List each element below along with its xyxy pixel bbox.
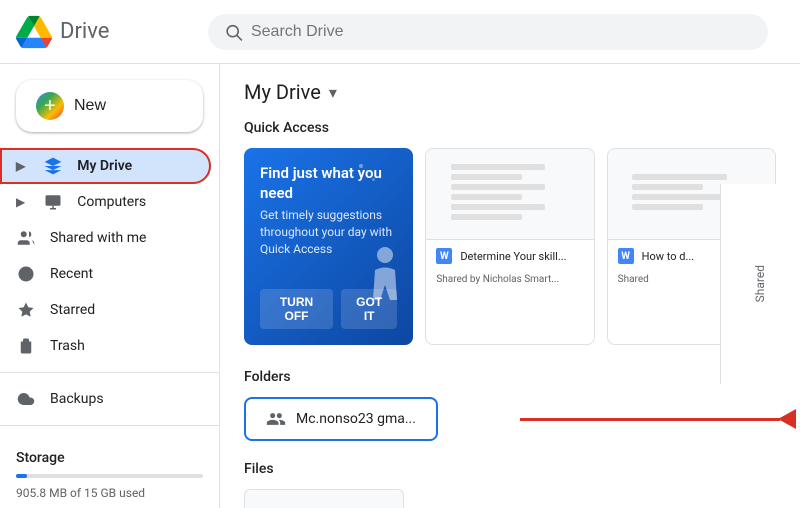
top-bar: Drive — [0, 0, 800, 64]
folders-label: Folders — [244, 369, 776, 385]
doc-preview-lines — [443, 156, 577, 232]
quick-access-grid: Find just what you need Get timely sugge… — [244, 148, 776, 345]
sidebar-item-shared[interactable]: Shared with me — [0, 220, 211, 256]
doc-line — [632, 194, 726, 200]
promo-turn-off-button[interactable]: TURN OFF — [260, 289, 333, 329]
doc-name: Determine Your skill... — [460, 250, 583, 263]
doc-line — [451, 184, 545, 190]
sidebar-item-starred-label: Starred — [50, 302, 95, 318]
expand-icon: ▶ — [16, 159, 25, 173]
quick-access-promo-card: Find just what you need Get timely sugge… — [244, 148, 413, 345]
trash-icon — [16, 336, 36, 356]
sidebar-item-trash-label: Trash — [50, 338, 85, 354]
drive-logo-icon — [16, 14, 52, 50]
doc-line — [451, 174, 522, 180]
sidebar-item-shared-label: Shared with me — [50, 230, 146, 246]
promo-title: Find just what you need — [260, 164, 397, 203]
shared-panel: Shared — [720, 184, 800, 384]
new-button[interactable]: + New — [16, 80, 203, 132]
recent-icon — [16, 264, 36, 284]
folder-name: Mc.nonso23 gma... — [296, 411, 416, 427]
backups-icon — [16, 389, 36, 409]
doc-icon-2: W — [618, 248, 634, 264]
app-name: Drive — [60, 19, 109, 44]
storage-bar-bg — [16, 474, 203, 478]
page-title-row: My Drive ▾ — [244, 80, 776, 104]
doc-line — [632, 174, 726, 180]
doc-shared-info: Shared by Nicholas Smart... — [426, 272, 593, 291]
storage-bar-fill — [16, 474, 27, 478]
sidebar-item-backups[interactable]: Backups — [0, 381, 211, 417]
search-bar[interactable] — [208, 14, 768, 50]
search-input[interactable] — [251, 23, 752, 41]
folder-shared-icon — [266, 409, 286, 429]
annotation-arrow — [520, 409, 796, 429]
sidebar-item-my-drive[interactable]: ▶ My Drive — [0, 148, 211, 184]
doc-line — [451, 214, 522, 220]
storage-section: Storage 905.8 MB of 15 GB used UPGRADE S… — [0, 434, 219, 508]
sidebar-item-computers-label: Computers — [77, 194, 146, 210]
main-layout: + New ▶ My Drive ▶ Computers Shared with… — [0, 64, 800, 508]
shared-panel-label: Shared — [752, 265, 769, 302]
my-drive-icon — [43, 156, 63, 176]
doc-line — [632, 184, 703, 190]
quick-access-section: Quick Access Find just what you need Get… — [244, 120, 776, 345]
folder-item-mc-nonso[interactable]: Mc.nonso23 gma... — [244, 397, 438, 441]
sidebar-item-recent-label: Recent — [50, 266, 93, 282]
search-icon — [224, 22, 243, 42]
file-preview-card[interactable]: G o o g l e — [244, 489, 404, 508]
page-title: My Drive — [244, 80, 321, 104]
storage-text: 905.8 MB of 15 GB used — [16, 486, 203, 500]
logo-area: Drive — [16, 14, 196, 50]
doc-line — [632, 204, 703, 210]
doc-line — [451, 204, 545, 210]
sidebar: + New ▶ My Drive ▶ Computers Shared with… — [0, 64, 220, 508]
files-label: Files — [244, 461, 776, 477]
sidebar-item-trash[interactable]: Trash — [0, 328, 211, 364]
expand-icon-computers: ▶ — [16, 195, 25, 209]
doc-icon: W — [436, 248, 452, 264]
shared-icon — [16, 228, 36, 248]
sidebar-item-starred[interactable]: Starred — [0, 292, 211, 328]
quick-access-label: Quick Access — [244, 120, 776, 136]
computers-icon — [43, 192, 63, 212]
plus-icon: + — [36, 92, 64, 120]
sidebar-item-recent[interactable]: Recent — [0, 256, 211, 292]
doc-card-1-footer: W Determine Your skill... — [426, 239, 593, 272]
quick-access-doc-card-1[interactable]: W Determine Your skill... Shared by Nich… — [425, 148, 594, 345]
folders-section: Folders Mc.nonso23 gma... — [244, 369, 776, 441]
doc-line — [451, 164, 545, 170]
new-button-label: New — [74, 97, 106, 115]
doc-card-1-preview — [426, 149, 593, 239]
sidebar-item-my-drive-label: My Drive — [77, 158, 132, 174]
content-area: My Drive ▾ Quick Access Find just what y… — [220, 64, 800, 508]
starred-icon — [16, 300, 36, 320]
files-section: Files G o o g l e — [244, 461, 776, 508]
page-title-chevron-icon[interactable]: ▾ — [329, 83, 337, 102]
storage-label: Storage — [16, 450, 203, 466]
sidebar-item-backups-label: Backups — [50, 391, 104, 407]
doc-line — [451, 194, 522, 200]
sidebar-item-computers[interactable]: ▶ Computers — [0, 184, 211, 220]
